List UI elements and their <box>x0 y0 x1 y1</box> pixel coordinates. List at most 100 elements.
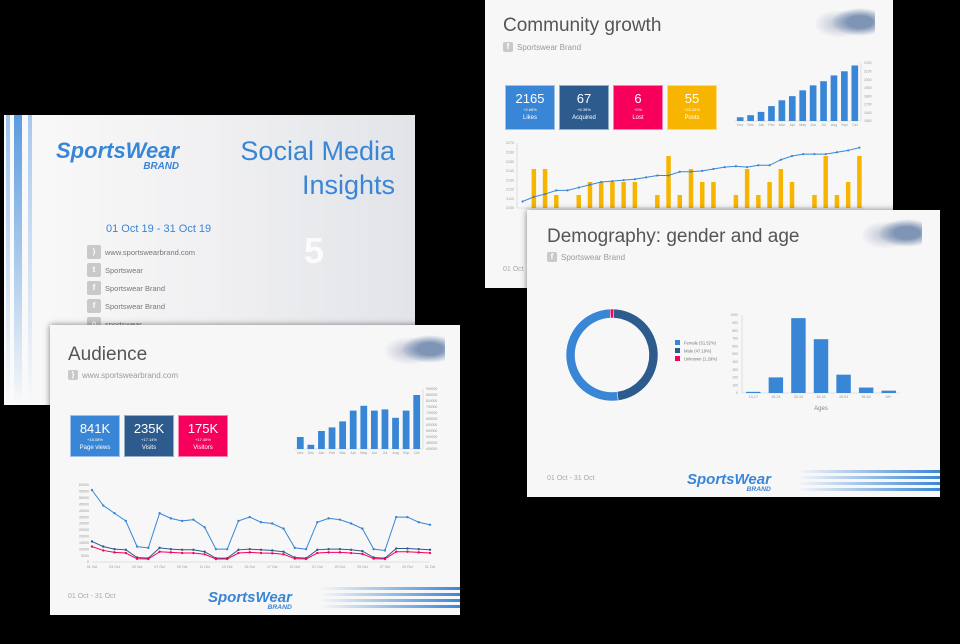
y-tick-label: 100 <box>732 383 738 387</box>
likes-daily-chart: 2100 2110 2120 2130 2140 2150 2160 2170 <box>506 141 865 210</box>
y-tick-label: 600000 <box>426 423 437 427</box>
post-bar <box>688 169 694 208</box>
series-point <box>304 547 308 551</box>
series-point <box>338 547 342 551</box>
stat-value: 6 <box>634 91 642 106</box>
y-tick-label: 700000 <box>426 411 437 415</box>
y-tick-label: 2110 <box>506 197 514 201</box>
post-bar <box>789 182 795 208</box>
post-bar <box>666 156 671 208</box>
likes-point <box>555 189 558 192</box>
y-tick-label: 30000 <box>79 522 89 526</box>
x-tick-label: 07 Oct <box>154 565 165 569</box>
bar-May <box>360 405 368 449</box>
bar-Mar <box>339 421 347 449</box>
brand-logo: SportsWear BRAND <box>687 471 771 493</box>
age-bar-chart: 0 100 200 300 400 500 600 700 800 900 1000 13-17 18-… <box>730 313 900 412</box>
x-tick-label: Jan <box>758 123 764 127</box>
series-point <box>383 557 387 561</box>
series-point <box>169 517 173 520</box>
x-tick-label: Sep <box>841 123 847 127</box>
post-bar <box>632 182 638 208</box>
series-point <box>406 547 409 550</box>
footer-date: 01 Oct - 31 Oct <box>68 593 116 600</box>
likes-point <box>577 186 580 189</box>
bar-18-24 <box>768 377 784 393</box>
likes-point <box>768 164 771 167</box>
stat-value: 235K <box>133 421 165 436</box>
post-bar <box>554 195 559 208</box>
audience-slide: Audience ) www.sportswearbrand.com 841K +1… <box>50 325 460 615</box>
likes-point <box>600 180 603 184</box>
x-tick-label: Jul <box>821 123 826 127</box>
post-bar <box>744 169 750 208</box>
post-bar <box>756 195 761 208</box>
likes-point <box>532 195 535 198</box>
y-tick-label: 550000 <box>426 429 437 433</box>
post-bar <box>778 169 784 208</box>
post-bar <box>823 156 828 208</box>
bar-Sep <box>402 410 410 449</box>
x-tick-label: Jul <box>383 451 388 455</box>
likes-point <box>746 166 749 169</box>
social-link[interactable]: f Sportswear Brand <box>87 297 195 315</box>
bar-Dec <box>747 115 754 121</box>
bar-Feb <box>768 106 775 121</box>
y-tick-label: 2120 <box>506 188 514 192</box>
series-point <box>282 553 285 556</box>
x-tick-label: Jan <box>319 451 325 455</box>
x-tick-label: 17 Oct <box>267 565 278 569</box>
y-tick-label: 200 <box>732 376 738 380</box>
stat-label: Visits <box>141 445 157 451</box>
y-tick-label: 1000 <box>730 313 738 317</box>
series-point <box>90 488 94 492</box>
x-tick-label: Oct <box>852 123 858 127</box>
series-point <box>248 551 251 554</box>
x-tick-label: Sep <box>403 451 409 455</box>
post-bar <box>576 195 581 208</box>
social-link[interactable]: ) www.sportswearbrand.com <box>87 243 195 261</box>
likes-point <box>779 158 782 161</box>
bar-Jan <box>318 431 325 449</box>
post-bar <box>610 182 615 208</box>
footer-stripe <box>797 470 940 492</box>
series-point <box>383 549 387 552</box>
series-point <box>147 557 150 561</box>
slide-title: Community growth <box>503 15 662 36</box>
y-tick-label: 700 <box>732 337 738 341</box>
source: ) www.sportswearbrand.com <box>68 370 178 380</box>
post-bar <box>711 182 716 208</box>
bar-Aug <box>392 417 399 449</box>
x-tick-label: Jun <box>810 123 816 127</box>
stat-delta: +0% <box>633 107 643 112</box>
stat-delta: +6.35% <box>577 107 591 112</box>
series-point <box>135 545 139 548</box>
series-point <box>102 545 105 548</box>
likes-point <box>689 170 693 173</box>
slide-title: Demography: gender and age <box>547 226 800 247</box>
social-link[interactable]: f Sportswear Brand <box>87 279 195 297</box>
likes-point <box>723 166 726 169</box>
y-tick-label: 60000 <box>79 483 89 487</box>
series-point <box>158 546 161 550</box>
x-tick-label: 45-54 <box>839 395 848 399</box>
likes-point <box>622 179 625 182</box>
stat-tile-page-views: 841K +18.08% Page views <box>70 415 120 457</box>
series-point <box>226 557 229 561</box>
x-tick-label: Nov <box>737 123 744 127</box>
series-point <box>169 551 173 554</box>
source: f Sportswear Brand <box>503 42 581 52</box>
x-tick-label: Dec <box>747 123 754 127</box>
footer-stripe <box>320 587 460 609</box>
social-link[interactable]: t Sportswear <box>87 261 195 279</box>
series-point <box>282 550 285 553</box>
series-point <box>406 515 409 519</box>
bar-Jan <box>757 111 765 121</box>
series-point <box>203 526 206 529</box>
x-tick-label: 65+ <box>886 395 892 399</box>
series-point <box>395 550 398 553</box>
x-tick-label: 25-34 <box>794 395 803 399</box>
bar-Jul <box>820 81 827 121</box>
y-tick-label: 650000 <box>426 417 437 421</box>
donut-slice <box>565 308 619 402</box>
